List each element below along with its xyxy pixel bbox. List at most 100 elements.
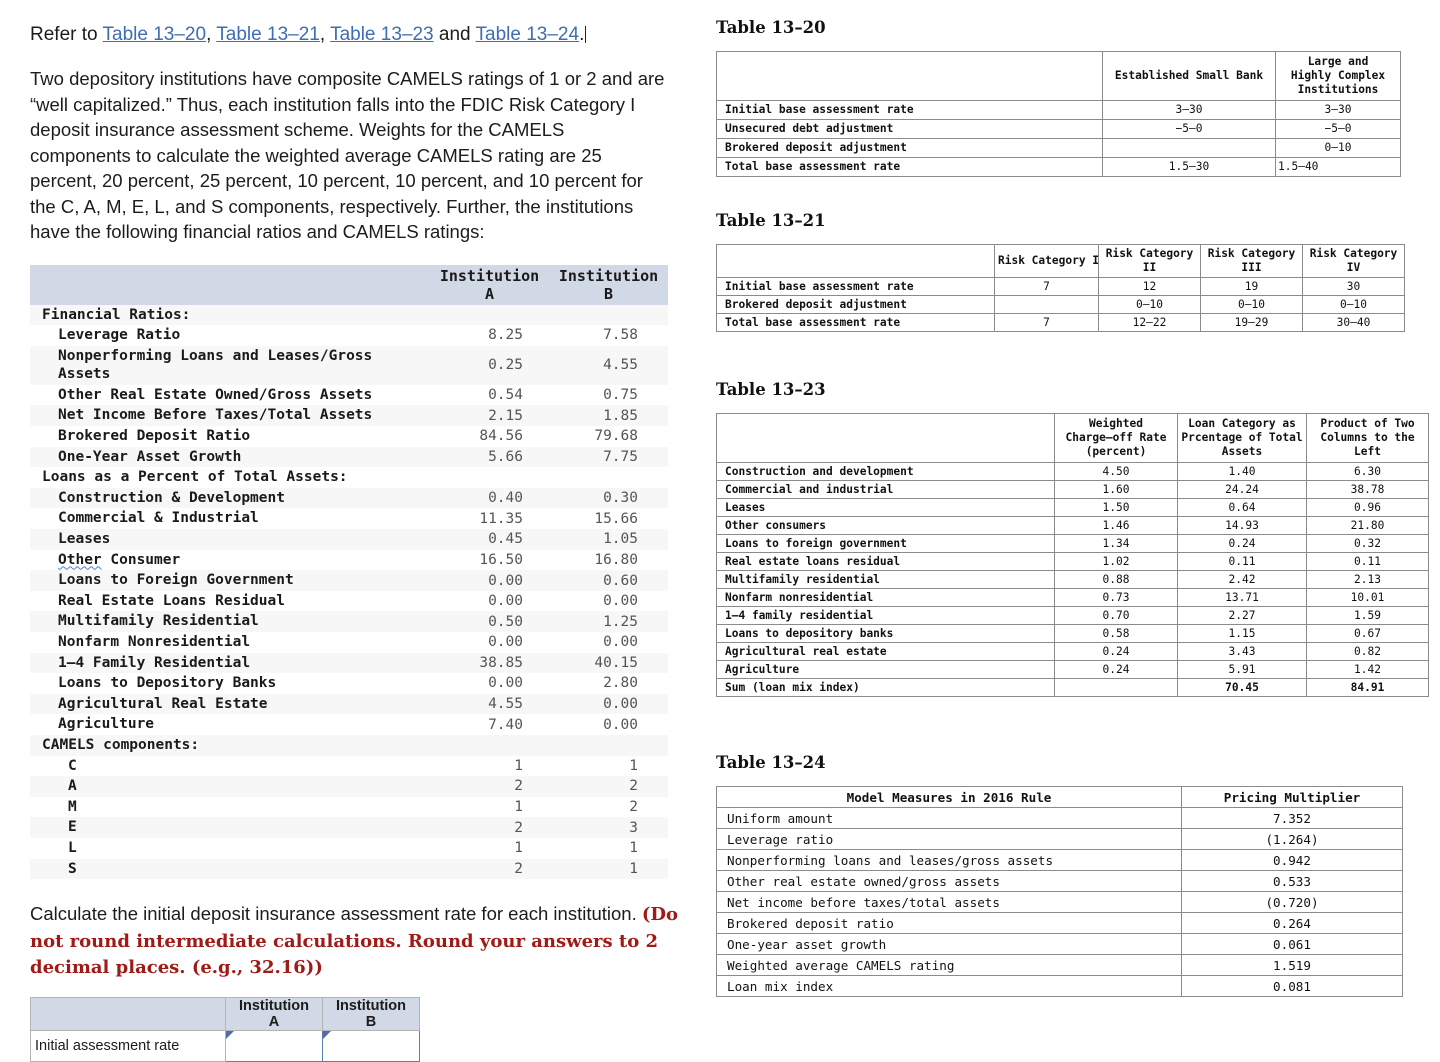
t1324-cell-pricing-multiplier: 1.519 (1182, 955, 1403, 976)
t1321-header-risk-category-i: Risk Category I (995, 245, 1099, 278)
caption-table-13-20: Table 13–20 (716, 18, 1440, 37)
t1321-h5-line2: IV (1347, 261, 1360, 274)
ratio-value-institution-b: 4.55 (549, 346, 668, 385)
t1324-cell-pricing-multiplier: 0.081 (1182, 976, 1403, 997)
t1320-header-row: Established Small Bank Large and Highly … (717, 52, 1401, 101)
t1323-row-label: Loans to foreign government (717, 535, 1055, 553)
t1321-cell-risk-category-2: 12 (1099, 278, 1201, 296)
ratio-value-institution-a: 5.66 (430, 447, 549, 468)
link-table-13-21[interactable]: Table 13–21 (216, 24, 320, 45)
t1323-cell-chargeoff-rate: 0.88 (1055, 571, 1178, 589)
table-row: Leases0.451.05 (30, 529, 668, 550)
ratio-row-label: Real Estate Loans Residual (30, 591, 430, 612)
ratio-value-institution-b: 0.00 (549, 632, 668, 653)
t1323-cell-product: 1.42 (1307, 661, 1429, 679)
table-13-23: Weighted Charge–off Rate (percent) Loan … (716, 413, 1429, 697)
link-table-13-20[interactable]: Table 13–20 (103, 24, 207, 45)
t1323-row-label: Real estate loans residual (717, 553, 1055, 571)
ratio-value-institution-b (549, 735, 668, 756)
t1321-cell-risk-category-1: 7 (995, 314, 1099, 332)
t1323-cell-chargeoff-rate: 1.50 (1055, 499, 1178, 517)
ratio-table-body: Financial Ratios:Leverage Ratio8.257.58N… (30, 305, 668, 880)
t1323-cell-product: 2.13 (1307, 571, 1429, 589)
ratio-value-institution-b: 0.00 (549, 591, 668, 612)
ratio-row-label: Loans as a Percent of Total Assets: (30, 467, 430, 488)
t1323-h4-line2: Columns to the (1320, 431, 1414, 444)
table-row: Weighted average CAMELS rating1.519 (717, 955, 1403, 976)
t1324-row-label: Other real estate owned/gross assets (717, 871, 1182, 892)
t1323-cell-loan-percentage: 0.64 (1178, 499, 1307, 517)
t1320-row-label: Brokered deposit adjustment (717, 139, 1103, 158)
ratio-header-institution-b: Institution B (549, 265, 668, 305)
table-row: Loans to foreign government1.340.240.32 (717, 535, 1429, 553)
t1321-cell-risk-category-4: 30–40 (1303, 314, 1405, 332)
table-row: Brokered deposit adjustment0–10 (717, 139, 1401, 158)
input-cell-institution-a[interactable] (226, 1030, 323, 1061)
t1323-cell-loan-percentage: 13.71 (1178, 589, 1307, 607)
t1321-row-label: Brokered deposit adjustment (717, 296, 995, 314)
ratio-value-institution-b: 40.15 (549, 653, 668, 674)
table-row: Uniform amount7.352 (717, 808, 1403, 829)
table-row: Leases1.500.640.96 (717, 499, 1429, 517)
ratio-value-institution-a: 0.45 (430, 529, 549, 550)
table-row: Loans to depository banks0.581.150.67 (717, 625, 1429, 643)
table-13-21: Risk Category I Risk Category II Risk Ca… (716, 244, 1405, 332)
table-row: Agricultural real estate0.243.430.82 (717, 643, 1429, 661)
refer-sep-1: , (206, 24, 216, 45)
t1323-cell-product: 1.59 (1307, 607, 1429, 625)
link-table-13-23[interactable]: Table 13–23 (330, 24, 434, 45)
ratio-row-label: Commercial & Industrial (30, 508, 430, 529)
t1323-h4-line3: Left (1354, 445, 1381, 458)
t1321-h5-line1: Risk Category (1310, 247, 1398, 260)
t1320-header-large-highly-complex: Large and Highly Complex Institutions (1276, 52, 1401, 101)
t1323-cell-loan-percentage: 2.42 (1178, 571, 1307, 589)
t1320-head: Established Small Bank Large and Highly … (717, 52, 1401, 101)
t1323-cell-product: 0.67 (1307, 625, 1429, 643)
table-row: Brokered deposit adjustment0–100–100–10 (717, 296, 1405, 314)
t1324-row-label: Leverage ratio (717, 829, 1182, 850)
right-column: Table 13–20 Established Small Bank Large… (700, 0, 1440, 998)
ratio-value-institution-b: 0.30 (549, 488, 668, 509)
t1323-cell-product: 6.30 (1307, 463, 1429, 481)
t1323-cell-chargeoff-rate: 0.24 (1055, 661, 1178, 679)
table-row: Other consumers1.4614.9321.80 (717, 517, 1429, 535)
table-row: A22 (30, 776, 668, 797)
t1321-header-row: Risk Category I Risk Category II Risk Ca… (717, 245, 1405, 278)
input-cell-institution-b[interactable] (323, 1030, 420, 1061)
t1324-row-label: Weighted average CAMELS rating (717, 955, 1182, 976)
t1324-header-pricing-multiplier: Pricing Multiplier (1182, 787, 1403, 808)
ratio-row-label: Agricultural Real Estate (30, 694, 430, 715)
t1321-cell-risk-category-3: 0–10 (1201, 296, 1303, 314)
t1323-h3-line3: Assets (1222, 445, 1262, 458)
institution-a-line2: A (485, 285, 494, 303)
table-row: Leverage Ratio8.257.58 (30, 325, 668, 346)
table-row: Leverage ratio(1.264) (717, 829, 1403, 850)
t1321-h4-line1: Risk Category (1208, 247, 1296, 260)
t1323-cell-product: 0.82 (1307, 643, 1429, 661)
t1324-cell-pricing-multiplier: 7.352 (1182, 808, 1403, 829)
table-row: Nonperforming loans and leases/gross ass… (717, 850, 1403, 871)
t1323-cell-product: 0.32 (1307, 535, 1429, 553)
table-row: Loan mix index0.081 (717, 976, 1403, 997)
ratio-row-label: S (30, 859, 430, 880)
ratio-value-institution-a: 0.50 (430, 611, 549, 632)
ratio-value-institution-b: 1.25 (549, 611, 668, 632)
t1323-cell-loan-percentage: 70.45 (1178, 679, 1307, 697)
t1323-row-label: 1–4 family residential (717, 607, 1055, 625)
table-row: 1–4 Family Residential38.8540.15 (30, 653, 668, 674)
cell-marker-triangle-icon (323, 1031, 331, 1039)
t1320-header-blank (717, 52, 1103, 101)
t1321-header-risk-category-iii: Risk Category III (1201, 245, 1303, 278)
answer-header-institution-b: Institution B (323, 997, 420, 1030)
ratio-row-label: Multifamily Residential (30, 611, 430, 632)
ratio-value-institution-b: 7.58 (549, 325, 668, 346)
spacer-after-t1320 (710, 177, 1440, 211)
table-row: Construction and development4.501.406.30 (717, 463, 1429, 481)
t1323-cell-product: 38.78 (1307, 481, 1429, 499)
ratio-row-label: Nonperforming Loans and Leases/Gross Ass… (30, 346, 430, 385)
link-table-13-24[interactable]: Table 13–24 (476, 24, 580, 45)
ratio-row-label: A (30, 776, 430, 797)
t1323-cell-product: 21.80 (1307, 517, 1429, 535)
ratio-value-institution-b: 1.85 (549, 405, 668, 426)
table-row: Nonfarm Nonresidential0.000.00 (30, 632, 668, 653)
